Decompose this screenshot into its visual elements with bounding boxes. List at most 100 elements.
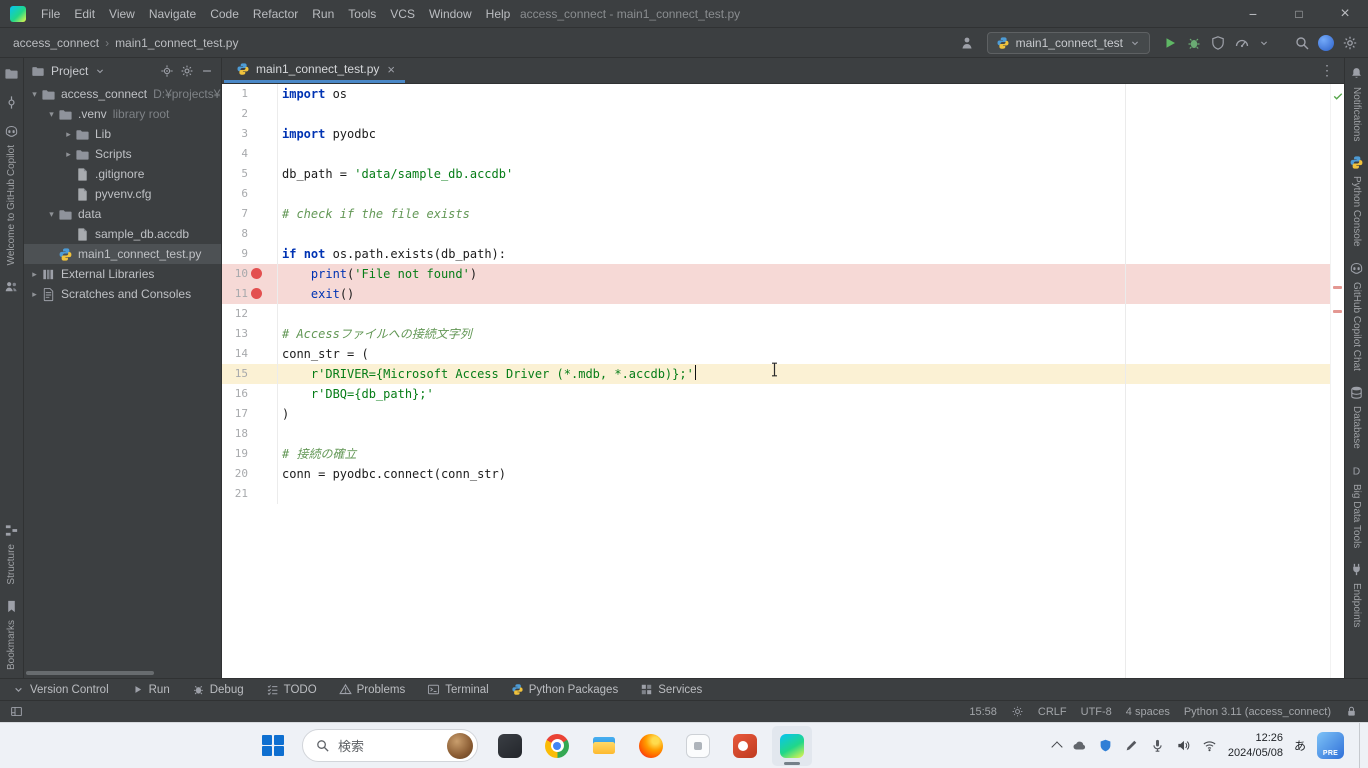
run-configuration-select[interactable]: main1_connect_test (987, 32, 1150, 54)
caret-position[interactable]: 15:58 (969, 706, 997, 718)
start-button[interactable] (256, 729, 290, 763)
search-highlight-image[interactable] (447, 733, 473, 759)
tree-item-external-libraries[interactable]: External Libraries (24, 264, 221, 284)
volume-icon[interactable] (1176, 738, 1191, 753)
editor-line[interactable]: 9if not os.path.exists(db_path): (222, 244, 1344, 264)
toolwindow-button-big-data-tools[interactable]: DBig Data Tools (1349, 463, 1364, 548)
project-panel-title[interactable]: Project (51, 64, 88, 78)
taskbar-app-gray[interactable] (678, 726, 718, 766)
toolwindow-button-bookmarks[interactable]: Bookmarks (4, 599, 19, 670)
tree-right-arrow-icon[interactable] (28, 269, 41, 280)
search-everywhere-icon[interactable] (1294, 35, 1310, 51)
tree-item-gitignore[interactable]: .gitignore (24, 164, 221, 184)
breakpoint-gutter[interactable] (248, 484, 266, 504)
tree-down-arrow-icon[interactable] (45, 209, 58, 220)
toolwindow-button-people[interactable] (4, 279, 19, 294)
editor-line[interactable]: 14conn_str = ( (222, 344, 1344, 364)
taskbar-app-firefox[interactable] (631, 726, 671, 766)
toolbar-item-problems[interactable]: Problems (339, 683, 406, 696)
profiler-button[interactable] (1234, 35, 1250, 51)
tree-item-scripts[interactable]: Scripts (24, 144, 221, 164)
toolbar-item-version-control[interactable]: Version Control (12, 683, 109, 696)
toolbar-item-terminal[interactable]: Terminal (427, 683, 488, 696)
onedrive-icon[interactable] (1072, 738, 1087, 753)
editor-line[interactable]: 17) (222, 404, 1344, 424)
toolwindow-layout-icon[interactable] (10, 705, 23, 718)
error-stripe[interactable] (1330, 84, 1344, 678)
debug-button[interactable] (1186, 35, 1202, 51)
taskbar-app-chrome[interactable] (537, 726, 577, 766)
tree-item-data[interactable]: data (24, 204, 221, 224)
tree-item-lib[interactable]: Lib (24, 124, 221, 144)
show-desktop-button[interactable] (1359, 723, 1364, 768)
settings-icon[interactable] (1342, 35, 1358, 51)
editor-line[interactable]: 21 (222, 484, 1344, 504)
breakpoint-gutter[interactable] (248, 244, 266, 264)
editor-line[interactable]: 7# check if the file exists (222, 204, 1344, 224)
close-button[interactable] (1322, 0, 1368, 28)
breakpoint-icon[interactable] (248, 284, 266, 304)
project-options-icon[interactable] (180, 64, 194, 78)
code-editor[interactable]: 1import os23import pyodbc45db_path = 'da… (222, 84, 1344, 678)
breakpoint-gutter[interactable] (248, 384, 266, 404)
taskbar-app-dark[interactable] (490, 726, 530, 766)
tree-down-arrow-icon[interactable] (45, 109, 58, 120)
taskbar-app-red[interactable] (725, 726, 765, 766)
tree-right-arrow-icon[interactable] (62, 149, 75, 160)
breakpoint-icon[interactable] (248, 264, 266, 284)
editor-line[interactable]: 5db_path = 'data/sample_db.accdb' (222, 164, 1344, 184)
toolwindow-button-commit[interactable] (4, 95, 19, 110)
account-avatar[interactable] (1318, 35, 1334, 51)
toolbar-item-run[interactable]: Run (131, 683, 170, 696)
toolwindow-button-github-copilot-chat[interactable]: GitHub Copilot Chat (1349, 261, 1364, 371)
editor-line[interactable]: 1import os (222, 84, 1344, 104)
editor-line[interactable]: 18 (222, 424, 1344, 444)
locate-file-icon[interactable] (160, 64, 174, 78)
editor-line[interactable]: 20conn = pyodbc.connect(conn_str) (222, 464, 1344, 484)
tree-item-sample-db-accdb[interactable]: sample_db.accdb (24, 224, 221, 244)
taskbar-search[interactable]: 検索 (302, 729, 478, 762)
editor-line[interactable]: 11 exit() (222, 284, 1344, 304)
editor-line[interactable]: 8 (222, 224, 1344, 244)
project-hscrollbar[interactable] (26, 671, 154, 675)
toolwindow-button-structure[interactable]: Structure (4, 523, 19, 585)
tree-item-venv[interactable]: .venvlibrary root (24, 104, 221, 124)
breakpoint-gutter[interactable] (248, 224, 266, 244)
menu-edit[interactable]: Edit (67, 4, 102, 24)
tree-down-arrow-icon[interactable] (28, 89, 41, 100)
tab-options-icon[interactable] (1310, 62, 1344, 79)
editor-line[interactable]: 12 (222, 304, 1344, 324)
editor-line[interactable]: 19# 接続の確立 (222, 444, 1344, 464)
copilot-preview-icon[interactable]: PRE (1317, 732, 1344, 759)
breakpoint-gutter[interactable] (248, 124, 266, 144)
file-encoding[interactable]: UTF-8 (1081, 706, 1112, 718)
editor-line[interactable]: 16 r'DBQ={db_path};' (222, 384, 1344, 404)
error-stripe-mark[interactable] (1333, 310, 1342, 313)
toolbar-item-todo[interactable]: TODO (266, 683, 317, 696)
breakpoint-gutter[interactable] (248, 424, 266, 444)
editor-line[interactable]: 4 (222, 144, 1344, 164)
menu-refactor[interactable]: Refactor (246, 4, 305, 24)
more-run-options-icon[interactable] (1258, 37, 1270, 49)
editor-line[interactable]: 2 (222, 104, 1344, 124)
breadcrumb-item[interactable]: access_connect (10, 34, 102, 52)
toolwindow-button-python-console[interactable]: Python Console (1349, 155, 1364, 247)
menu-window[interactable]: Window (422, 4, 479, 24)
breakpoint-gutter[interactable] (248, 84, 266, 104)
breakpoint-gutter[interactable] (248, 144, 266, 164)
editor-line[interactable]: 15 r'DRIVER={Microsoft Access Driver (*.… (222, 364, 1344, 384)
python-interpreter[interactable]: Python 3.11 (access_connect) (1184, 706, 1331, 718)
coverage-button[interactable] (1210, 35, 1226, 51)
tree-item-scratches-and-consoles[interactable]: Scratches and Consoles (24, 284, 221, 304)
breakpoint-gutter[interactable] (248, 304, 266, 324)
sun-icon[interactable] (1011, 705, 1024, 718)
hide-panel-icon[interactable] (200, 64, 214, 78)
editor-line[interactable]: 3import pyodbc (222, 124, 1344, 144)
error-stripe-mark[interactable] (1333, 286, 1342, 289)
menu-code[interactable]: Code (203, 4, 246, 24)
menu-help[interactable]: Help (479, 4, 518, 24)
tree-item-access-connect[interactable]: access_connectD:¥projects¥access_connect (24, 84, 221, 104)
menu-view[interactable]: View (102, 4, 142, 24)
menu-tools[interactable]: Tools (341, 4, 383, 24)
lock-icon[interactable] (1345, 705, 1358, 718)
